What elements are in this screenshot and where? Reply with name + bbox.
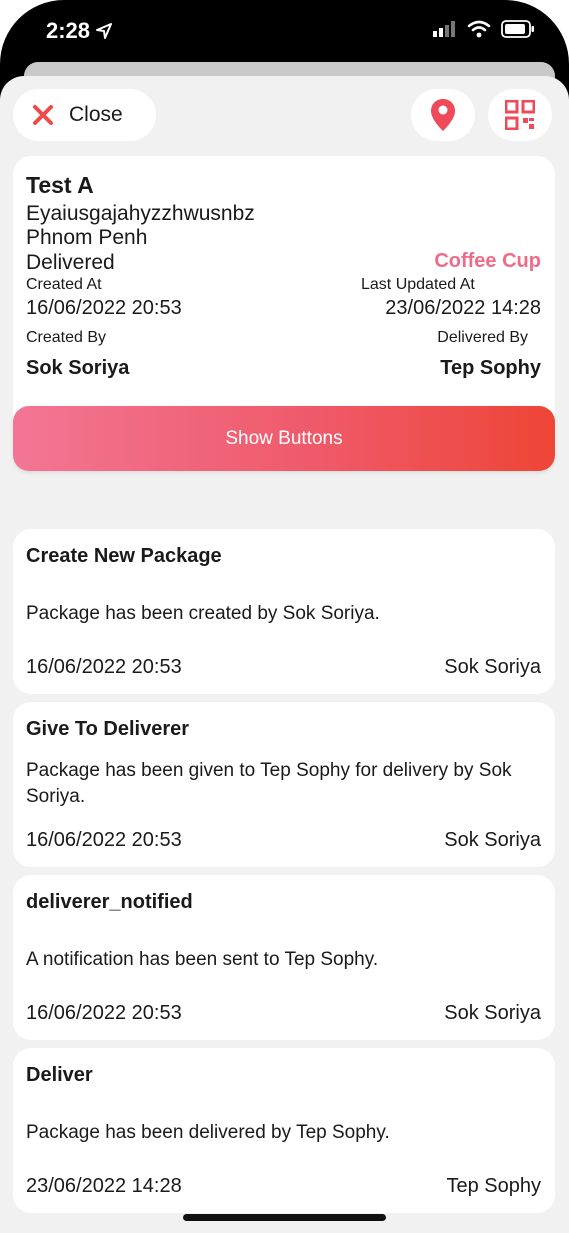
history-date: 16/06/2022 20:53 <box>26 829 182 851</box>
history-user: Sok Soriya <box>444 1002 541 1024</box>
history-item: deliverer_notified A notification has be… <box>13 875 555 1040</box>
updated-at-value: 23/06/2022 14:28 <box>385 297 541 319</box>
home-indicator[interactable] <box>183 1214 386 1221</box>
history-date: 23/06/2022 14:28 <box>26 1175 182 1197</box>
history-description: Package has been created by Sok Soriya. <box>26 603 380 624</box>
history-item: Deliver Package has been delivered by Te… <box>13 1048 555 1213</box>
status-icons <box>433 20 535 38</box>
delivered-by-value: Tep Sophy <box>440 357 541 379</box>
cellular-signal-icon <box>433 21 455 37</box>
history-title: Create New Package <box>26 545 222 567</box>
qr-code-button[interactable] <box>488 89 552 141</box>
location-arrow-icon <box>96 23 113 39</box>
battery-icon <box>501 20 534 38</box>
location-button[interactable] <box>411 89 475 141</box>
package-name: Test A <box>26 172 94 198</box>
created-by-label: Created By <box>26 329 107 346</box>
history-user: Sok Soriya <box>444 656 541 678</box>
clock-text: 2:28 <box>46 18 91 43</box>
history-date: 16/06/2022 20:53 <box>26 656 182 678</box>
shop-name: Coffee Cup <box>434 250 541 272</box>
created-at-value: 16/06/2022 20:53 <box>26 297 182 319</box>
package-status: Delivered <box>26 251 115 274</box>
updated-at-label: Last Updated At <box>361 276 475 293</box>
show-buttons-button[interactable]: Show Buttons <box>13 406 555 471</box>
package-detail-sheet: Close Test A Eyaiusgajahyzzhwusnbz Phnom… <box>0 76 569 1233</box>
map-pin-icon <box>431 99 455 131</box>
status-bar: 2:28 <box>0 0 569 66</box>
phone-frame: 2:28 Close Test A Eyaiusgajahyzzhwusnbz … <box>0 0 569 1233</box>
history-title: deliverer_notified <box>26 891 193 913</box>
history-title: Deliver <box>26 1064 93 1086</box>
package-code: Eyaiusgajahyzzhwusnbz <box>26 202 255 225</box>
delivered-by-label: Delivered By <box>437 329 528 346</box>
close-icon <box>33 105 53 125</box>
history-user: Sok Soriya <box>444 829 541 851</box>
history-date: 16/06/2022 20:53 <box>26 1002 182 1024</box>
history-item: Give To Deliverer Package has been given… <box>13 702 555 867</box>
history-title: Give To Deliverer <box>26 718 190 740</box>
history-description: Package has been given to Tep Sophy for … <box>26 760 512 807</box>
show-buttons-label: Show Buttons <box>225 427 343 449</box>
created-at-label: Created At <box>26 276 102 293</box>
wifi-icon <box>467 20 491 38</box>
created-by-value: Sok Soriya <box>26 357 130 379</box>
close-button[interactable]: Close <box>13 89 156 141</box>
qr-code-icon <box>505 100 535 130</box>
history-description: Package has been delivered by Tep Sophy. <box>26 1122 390 1143</box>
history-item: Create New Package Package has been crea… <box>13 529 555 694</box>
close-label: Close <box>69 103 123 126</box>
history-description: A notification has been sent to Tep Soph… <box>26 949 379 970</box>
package-city: Phnom Penh <box>26 226 148 249</box>
history-user: Tep Sophy <box>446 1175 541 1197</box>
status-time: 2:28 <box>46 18 113 44</box>
